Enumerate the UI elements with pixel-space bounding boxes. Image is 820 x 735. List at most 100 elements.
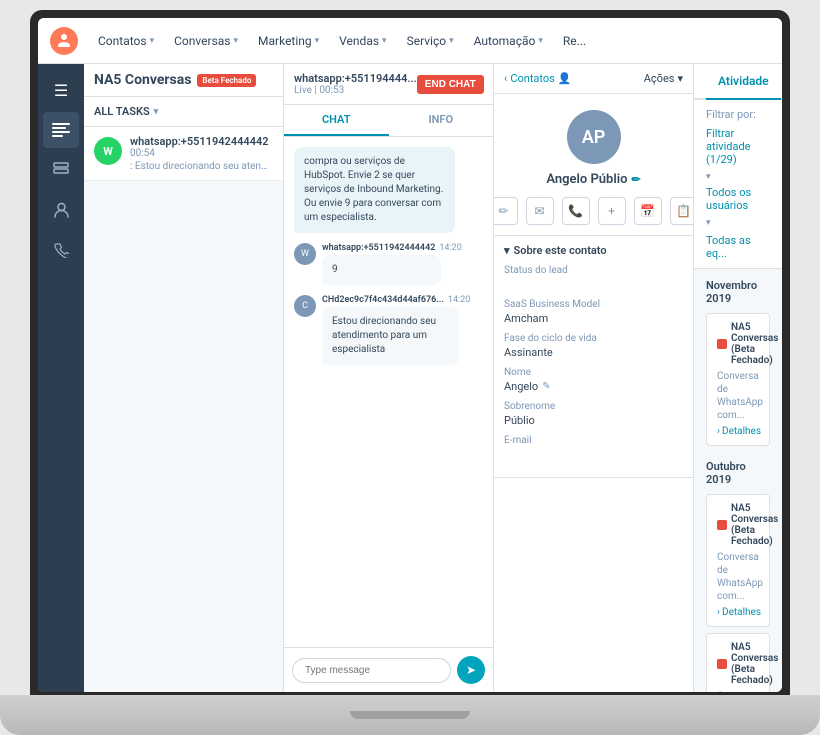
chat-contact-info: whatsapp:+551194444... Live | 00:53 — [294, 72, 417, 96]
conversation-time: 00:54 — [130, 148, 273, 159]
message-sender: whatsapp:+5511942444442 — [322, 243, 435, 253]
tab-observacoes[interactable]: Observações — [781, 64, 782, 100]
nav-vendas[interactable]: Vendas ▾ — [331, 30, 394, 52]
screen-border: Contatos ▾ Conversas ▾ Marketing ▾ Venda… — [30, 10, 790, 700]
message-avatar: C — [294, 295, 316, 317]
activity-desc: Conversa de WhatsApp com... — [717, 551, 759, 603]
tab-chat[interactable]: CHAT — [284, 105, 389, 136]
chevron-down-icon: ▾ — [234, 36, 239, 46]
back-to-contacts[interactable]: ‹ Contatos 👤 — [504, 72, 572, 85]
nav-marketing[interactable]: Marketing ▾ — [250, 30, 327, 52]
laptop-notch — [350, 711, 470, 719]
task-button[interactable]: 📋 — [670, 197, 695, 225]
add-button[interactable]: + — [598, 197, 626, 225]
inbox-icon-button[interactable] — [43, 112, 79, 148]
laptop-body — [0, 695, 820, 735]
contact-avatar: AP — [567, 110, 621, 164]
field-status-lead: Status do lead — [504, 265, 683, 291]
nav-automacao[interactable]: Automação ▾ — [466, 30, 551, 52]
activity-source: NA5 Conversas (Beta Fechado) — [717, 642, 759, 686]
filter-activity-chip[interactable]: Filtrar atividade (1/29) — [706, 127, 770, 166]
chevron-down-icon: ▾ — [382, 36, 387, 46]
filter-row: Filtrar por: Filtrar atividade (1/29) ▾ — [706, 108, 770, 182]
phone-icon-button[interactable] — [43, 232, 79, 268]
conversations-panel: NA5 Conversas Beta Fechado ALL TASKS ▾ W… — [84, 64, 284, 692]
field-value: Amcham — [504, 312, 683, 325]
nav-re[interactable]: Re... — [555, 30, 594, 52]
calendar-button[interactable]: 📅 — [634, 197, 662, 225]
conversation-info: whatsapp:+5511942444442 00:54 : Estou di… — [130, 135, 273, 172]
month-group-november: Novembro 2019 NA5 Conversas (Beta Fechad… — [706, 279, 770, 446]
tab-atividade[interactable]: Atividade — [706, 64, 781, 100]
chevron-left-icon: ‹ — [504, 72, 507, 85]
conversation-name: whatsapp:+5511942444442 — [130, 135, 273, 148]
all-tasks-filter[interactable]: ALL TASKS ▾ — [94, 105, 273, 118]
chevron-down-icon: ▾ — [538, 36, 543, 46]
activity-item: NA5 Conversas (Beta Fechado) Conversa de… — [706, 494, 770, 627]
section-toggle[interactable]: ▾ Sobre este contato — [504, 244, 683, 257]
field-value: Públio — [504, 414, 683, 427]
message-row: compra ou serviços de HubSpot. Envie 2 s… — [294, 147, 483, 233]
nav-servico[interactable]: Serviço ▾ — [399, 30, 462, 52]
message-row: W whatsapp:+5511942444442 14:20 9 — [294, 243, 483, 285]
month-group-october: Outubro 2019 NA5 Conversas (Beta Fechado… — [706, 460, 770, 692]
chevron-down-icon: ▾ — [154, 107, 159, 117]
actions-button[interactable]: Ações ▾ — [644, 72, 683, 85]
call-button[interactable]: 📞 — [562, 197, 590, 225]
filter-label: Filtrar por: — [706, 108, 756, 121]
activity-panel: Atividade Observações Filtrar por: Filtr… — [694, 64, 782, 692]
send-button[interactable]: ➤ — [457, 656, 485, 684]
laptop-wrapper: Contatos ▾ Conversas ▾ Marketing ▾ Venda… — [0, 0, 820, 735]
contacts-icon-button[interactable] — [43, 192, 79, 228]
activity-item: NA5 Conversas (Beta Fechado) Conversa de… — [706, 313, 770, 446]
layers-icon-button[interactable] — [43, 152, 79, 188]
field-value: Assinante — [504, 346, 683, 359]
chat-panel: whatsapp:+551194444... Live | 00:53 END … — [284, 64, 494, 692]
chevron-down-icon: ▾ — [504, 244, 510, 257]
message-content: whatsapp:+5511942444442 14:20 9 — [322, 243, 462, 285]
beta-badge: Beta Fechado — [197, 74, 256, 87]
message-time: 14:20 — [448, 295, 470, 305]
contact-action-buttons: ✏ ✉ 📞 + 📅 📋 — [494, 197, 694, 225]
main-layout: ☰ — [38, 64, 782, 692]
conversation-preview: : Estou direcionando seu atendimento p..… — [130, 161, 273, 172]
chat-status: Live | 00:53 — [294, 85, 417, 96]
filter-teams-chip[interactable]: Todas as eq... — [706, 234, 770, 260]
message-avatar: W — [294, 243, 316, 265]
source-name: NA5 Conversas (Beta Fechado) — [731, 322, 778, 366]
source-name: NA5 Conversas (Beta Fechado) — [731, 642, 778, 686]
end-chat-button[interactable]: END CHAT — [417, 75, 484, 94]
activity-desc: Conversa de SMS com +5511... — [717, 690, 759, 692]
filter-users-chip[interactable]: Todos os usuários — [706, 186, 770, 212]
hubspot-logo-icon — [50, 27, 78, 55]
screen: Contatos ▾ Conversas ▾ Marketing ▾ Venda… — [38, 18, 782, 692]
details-link[interactable]: › Detalhes — [717, 607, 759, 618]
contact-nav: ‹ Contatos 👤 Ações ▾ — [494, 64, 693, 94]
chevron-down-icon: ▾ — [150, 36, 155, 46]
nav-conversas[interactable]: Conversas ▾ — [166, 30, 246, 52]
edit-button[interactable]: ✏ — [494, 197, 518, 225]
conversation-item[interactable]: W whatsapp:+5511942444442 00:54 : Estou … — [84, 127, 283, 181]
field-label: Sobrenome — [504, 401, 683, 412]
tab-info[interactable]: INFO — [389, 105, 494, 136]
source-name: NA5 Conversas (Beta Fechado) — [731, 503, 778, 547]
source-dot-icon — [717, 520, 727, 530]
field-saas: SaaS Business Model Amcham — [504, 299, 683, 325]
menu-icon-button[interactable]: ☰ — [43, 72, 79, 108]
email-button[interactable]: ✉ — [526, 197, 554, 225]
app-title: NA5 Conversas — [94, 72, 191, 88]
field-edit-icon[interactable]: ✎ — [542, 381, 550, 392]
field-value: Angelo ✎ — [504, 380, 683, 393]
details-link[interactable]: › Detalhes — [717, 426, 759, 437]
edit-icon[interactable]: ✏ — [631, 173, 640, 186]
chat-messages: compra ou serviços de HubSpot. Envie 2 s… — [284, 137, 493, 647]
contact-name: Angelo Públio ✏ — [546, 172, 640, 187]
nav-contatos[interactable]: Contatos ▾ — [90, 30, 162, 52]
activity-source: NA5 Conversas (Beta Fechado) — [717, 503, 759, 547]
contact-details-section: ▾ Sobre este contato Status do lead SaaS… — [494, 236, 693, 478]
field-sobrenome: Sobrenome Públio — [504, 401, 683, 427]
message-content: compra ou serviços de HubSpot. Envie 2 s… — [294, 147, 483, 233]
chat-input[interactable] — [292, 658, 451, 683]
contact-profile: AP Angelo Públio ✏ ✏ ✉ 📞 + 📅 📋 — [494, 94, 693, 236]
filter-row-2: Todos os usuários ▾ Todas as eq... — [706, 186, 770, 260]
